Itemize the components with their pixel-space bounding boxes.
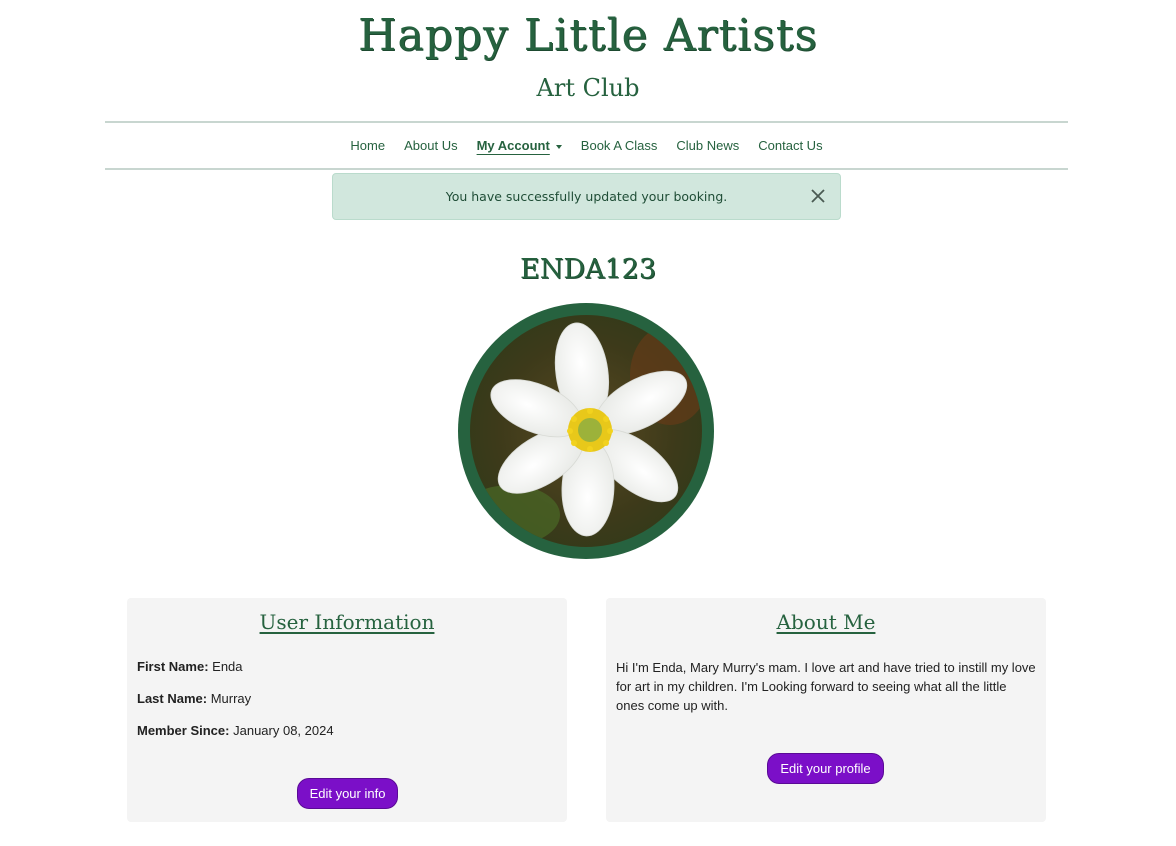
about-me-text: Hi I'm Enda, Mary Murry's mam. I love ar… [616, 660, 1036, 713]
member-since-value: January 08, 2024 [233, 723, 334, 738]
close-icon[interactable] [808, 186, 828, 206]
first-name-label: First Name: [137, 659, 209, 674]
nav-item-contact-us[interactable]: Contact Us [749, 138, 832, 153]
white-flower-avatar-icon [470, 315, 702, 547]
nav-item-home[interactable]: Home [341, 138, 395, 153]
last-name-row: Last Name: Murray [137, 691, 251, 706]
main-nav: Home About Us My Account Book A Class Cl… [105, 123, 1068, 168]
nav-item-club-news[interactable]: Club News [667, 138, 749, 153]
edit-info-button[interactable]: Edit your info [297, 778, 398, 809]
profile-username: ENDA123 [519, 254, 656, 285]
profile-avatar [458, 303, 714, 559]
member-since-label: Member Since: [137, 723, 230, 738]
nav-item-book-a-class[interactable]: Book A Class [571, 138, 667, 153]
about-me-card: About Me Hi I'm Enda, Mary Murry's mam. … [606, 598, 1046, 822]
about-me-heading: About Me [776, 610, 876, 634]
first-name-row: First Name: Enda [137, 659, 243, 674]
user-information-card: User Information First Name: Enda Last N… [127, 598, 567, 822]
nav-item-my-account[interactable]: My Account [467, 138, 571, 153]
nav-bottom-divider [105, 168, 1068, 170]
nav-item-my-account-label: My Account [476, 138, 550, 153]
site-subtitle: Art Club [536, 74, 640, 102]
edit-profile-button[interactable]: Edit your profile [767, 753, 884, 784]
site-title: Happy Little Artists [358, 10, 818, 61]
last-name-value: Murray [210, 691, 252, 706]
user-information-heading: User Information [259, 610, 435, 634]
member-since-row: Member Since: January 08, 2024 [137, 723, 334, 738]
first-name-value: Enda [212, 659, 243, 674]
caret-down-icon [555, 144, 562, 149]
success-alert: You have successfully updated your booki… [332, 173, 841, 220]
nav-item-about-us[interactable]: About Us [395, 138, 467, 153]
last-name-label: Last Name: [137, 691, 208, 706]
alert-message: You have successfully updated your booki… [445, 189, 728, 204]
